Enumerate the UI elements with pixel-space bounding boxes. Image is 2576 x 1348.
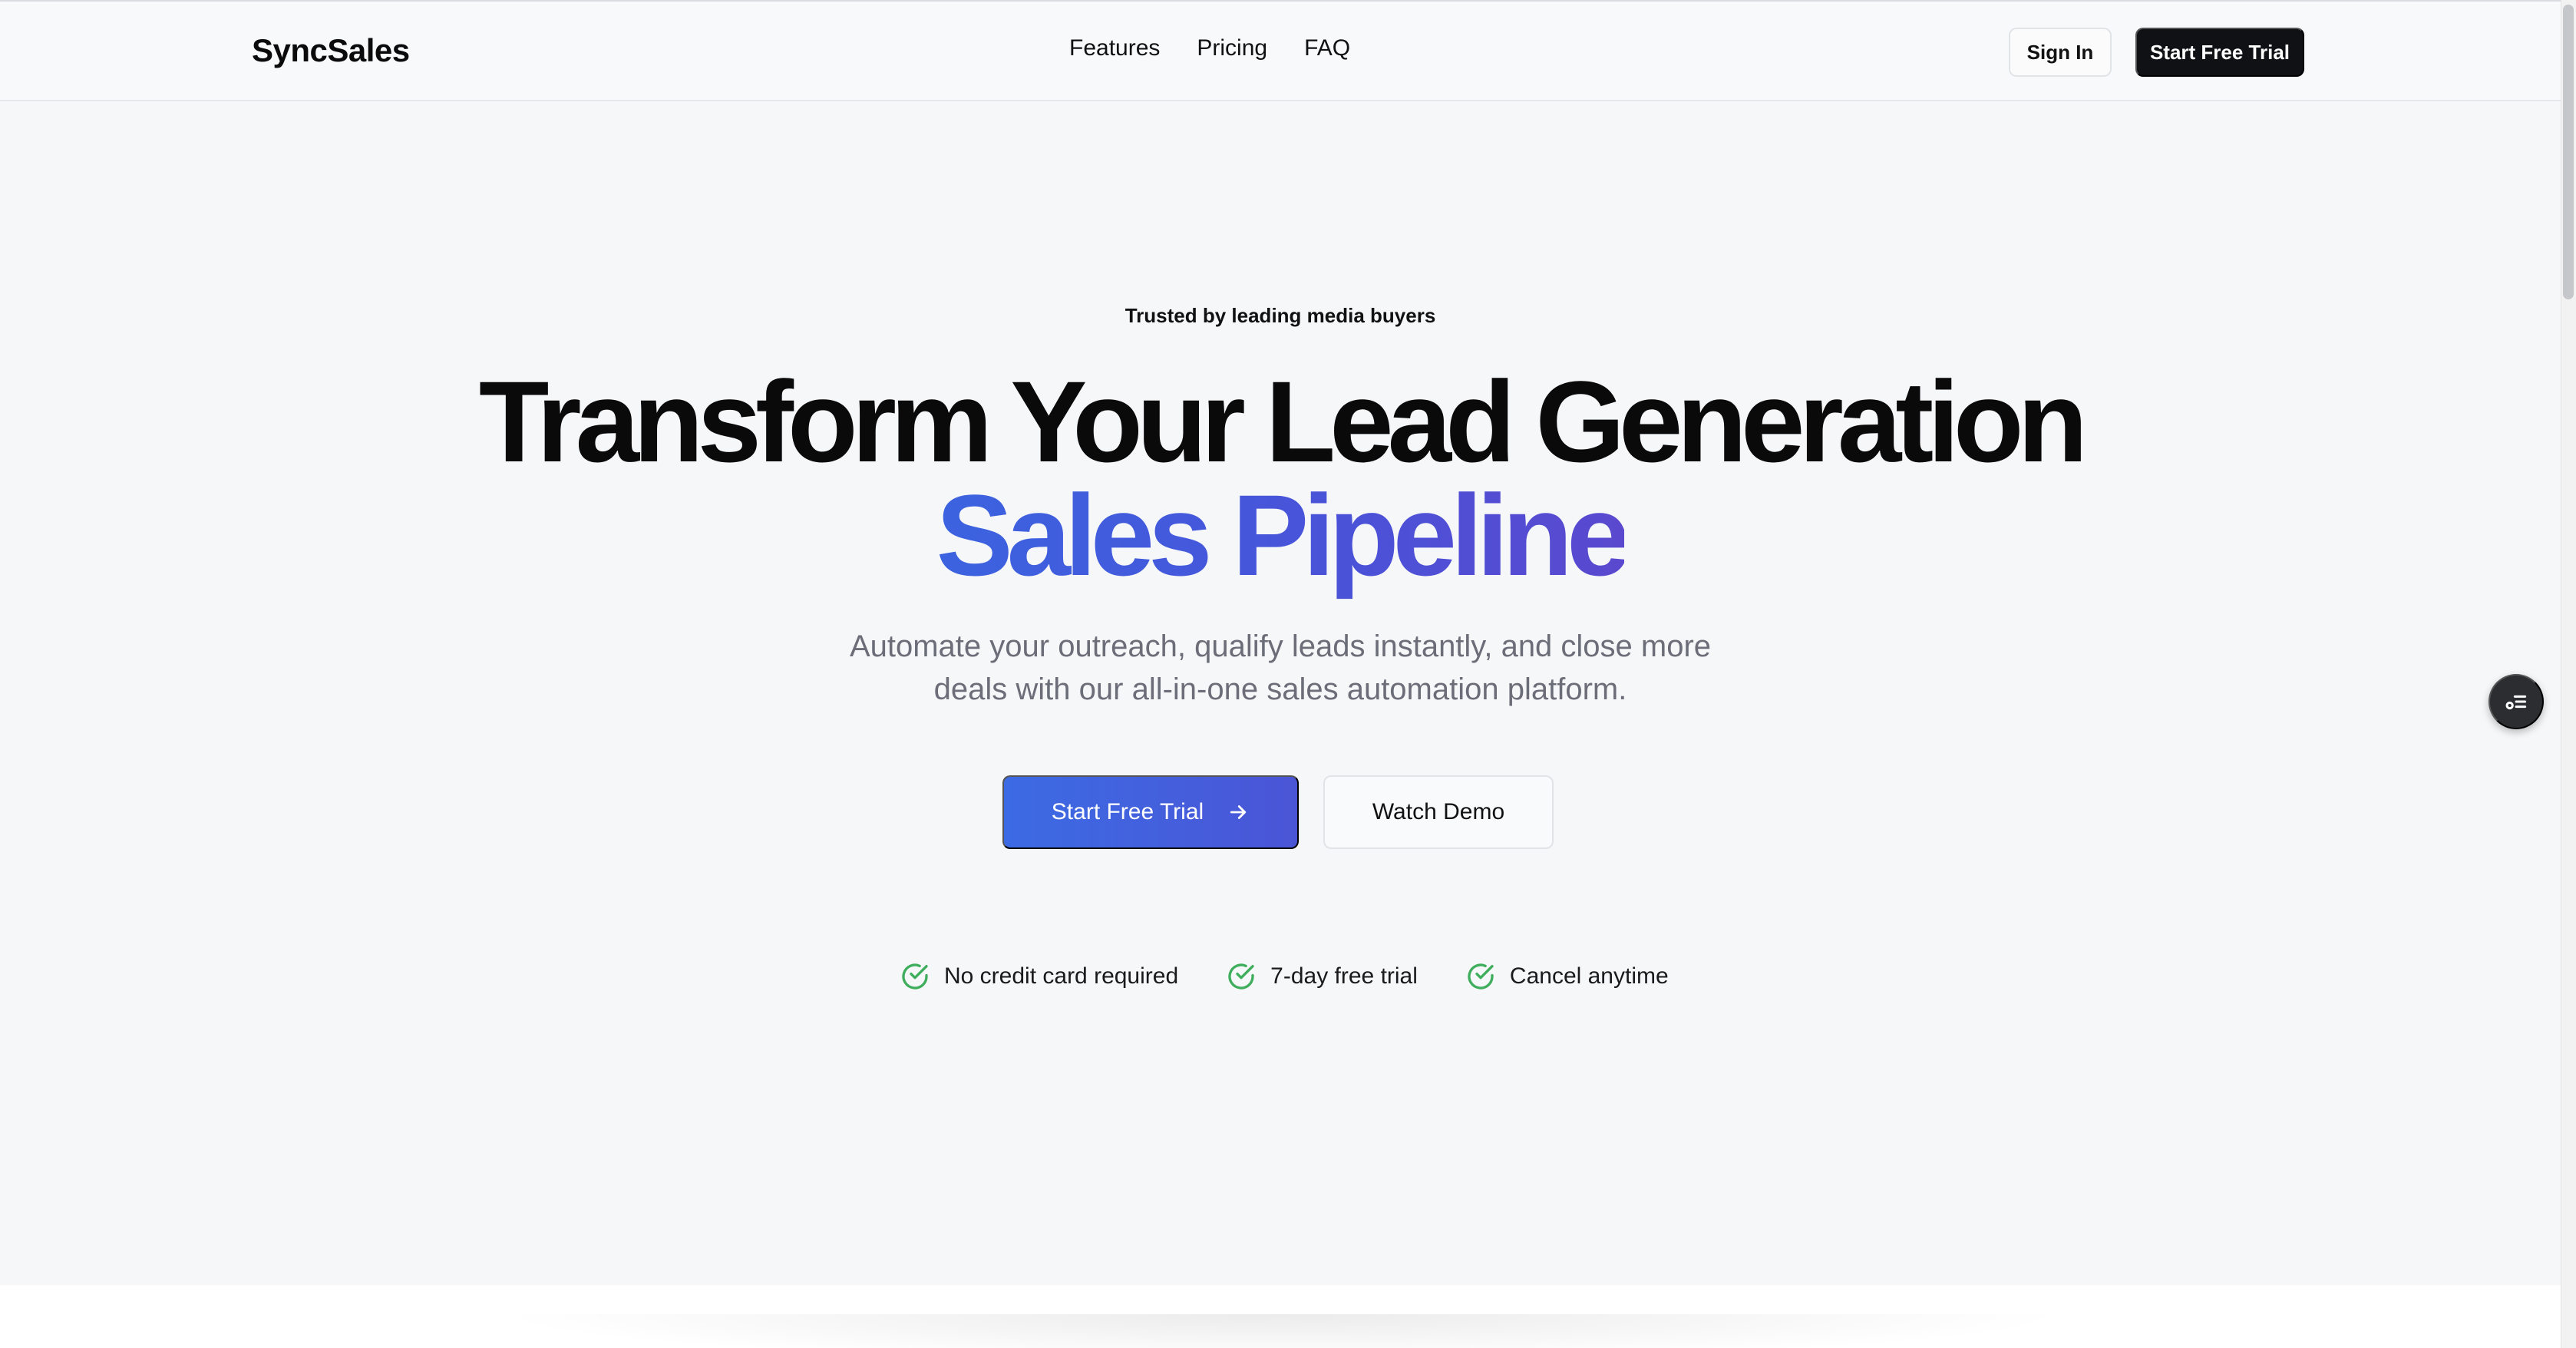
next-section-card-shadow	[491, 1314, 2072, 1348]
hero-eyebrow: Trusted by leading media buyers	[1125, 304, 1436, 327]
settings-list-icon	[2505, 695, 2527, 710]
top-navigation: SyncSales Features Pricing FAQ Sign In S…	[0, 0, 2561, 101]
watch-demo-button[interactable]: Watch Demo	[1323, 775, 1554, 849]
page: SyncSales Features Pricing FAQ Sign In S…	[0, 0, 2576, 1348]
sign-in-button[interactable]: Sign In	[2009, 28, 2112, 77]
hero-headline-accent-line: Sales Pipeline	[0, 477, 2561, 593]
hero-headline-accent: Sales Pipeline	[936, 471, 1631, 600]
perk-item: 7-day free trial	[1226, 961, 1418, 992]
hero-perks: No credit card required 7-day free trial…	[900, 961, 1669, 992]
hero-subtitle-line-1: Automate your outreach, qualify leads in…	[849, 629, 1712, 663]
nav-link-faq[interactable]: FAQ	[1304, 35, 1350, 61]
nav-link-pricing[interactable]: Pricing	[1197, 35, 1267, 61]
perk-label: No credit card required	[944, 963, 1179, 989]
hero-subtitle-line-2: deals with our all-in-one sales automati…	[933, 672, 1627, 706]
scrollbar-thumb[interactable]	[2563, 5, 2574, 299]
arrow-right-icon	[1230, 805, 1247, 819]
perk-label: Cancel anytime	[1509, 963, 1669, 989]
hero-cta-row: Start Free Trial Watch Demo	[1002, 775, 1554, 849]
hero-section: Trusted by leading media buyers Transfor…	[0, 103, 2561, 1285]
check-circle-icon	[902, 963, 928, 990]
brand-logo[interactable]: SyncSales	[252, 32, 410, 69]
hero-start-trial-label: Start Free Trial	[1051, 799, 1204, 824]
perk-item: No credit card required	[900, 961, 1178, 992]
nav-start-trial-button[interactable]: Start Free Trial	[2135, 28, 2304, 77]
hero-subtitle: Automate your outreach, qualify leads in…	[0, 625, 2561, 711]
check-circle-icon	[1468, 963, 1494, 990]
perk-label: 7-day free trial	[1270, 963, 1418, 989]
floating-widget-button[interactable]	[2488, 674, 2544, 729]
nav-link-features[interactable]: Features	[1069, 35, 1160, 61]
nav-links: Features Pricing FAQ	[1069, 35, 1350, 61]
check-circle-icon	[1228, 963, 1254, 990]
hero-headline: Transform Your Lead Generation	[478, 357, 2088, 486]
perk-item: Cancel anytime	[1465, 961, 1669, 992]
hero-start-trial-button[interactable]: Start Free Trial	[1002, 775, 1299, 849]
